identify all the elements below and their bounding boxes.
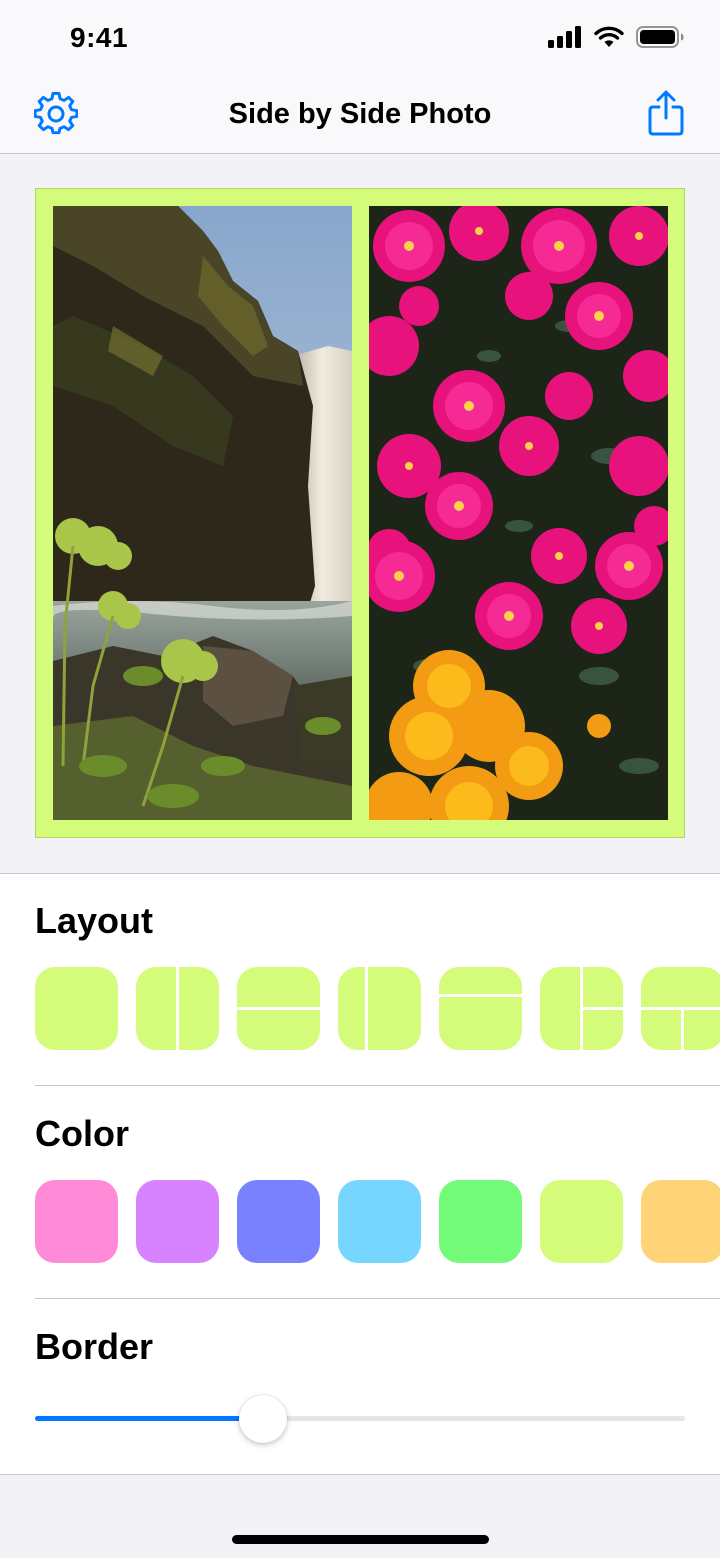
section-divider [35, 1298, 720, 1299]
layout-column-and-split[interactable] [540, 967, 623, 1050]
border-slider-thumb[interactable] [238, 1395, 287, 1443]
color-swatch-2[interactable] [136, 1180, 219, 1263]
layout-single[interactable] [35, 967, 118, 1050]
pink-flowers-image [369, 206, 668, 820]
controls-panel: Layout Color Border [0, 873, 720, 1475]
layout-divider [583, 1007, 623, 1010]
section-divider [35, 1085, 720, 1086]
layout-divider [681, 1010, 684, 1050]
layout-divider [439, 994, 522, 997]
border-slider-fill [35, 1416, 263, 1421]
color-swatch-5[interactable] [439, 1180, 522, 1263]
layout-divider [365, 967, 368, 1050]
page-title: Side by Side Photo [228, 98, 492, 130]
photo-left-waterfall[interactable] [53, 206, 352, 820]
color-swatch-6[interactable] [540, 1180, 623, 1263]
layout-divider [176, 967, 179, 1050]
color-swatch-7[interactable] [641, 1180, 720, 1263]
layout-narrow-wide-columns[interactable] [338, 967, 421, 1050]
collage-preview [35, 188, 685, 838]
share-button[interactable] [648, 90, 684, 136]
layout-section-title: Layout [35, 900, 154, 941]
border-slider[interactable] [35, 1395, 685, 1443]
color-swatch-3[interactable] [237, 1180, 320, 1263]
layout-options [35, 967, 720, 1050]
color-swatch-1[interactable] [35, 1180, 118, 1263]
status-icons [548, 26, 684, 48]
color-section-title: Color [35, 1113, 129, 1154]
status-time: 9:41 [70, 22, 129, 53]
layout-two-columns[interactable] [136, 967, 219, 1050]
navigation-bar: Side by Side Photo [0, 78, 720, 154]
preview-area [0, 155, 720, 873]
border-section-title: Border [35, 1326, 154, 1367]
status-bar: 9:41 [0, 0, 720, 78]
layout-short-tall-rows[interactable] [439, 967, 522, 1050]
home-indicator [232, 1535, 489, 1544]
color-swatch-4[interactable] [338, 1180, 421, 1263]
battery-icon [636, 26, 684, 48]
cellular-signal-icon [548, 26, 581, 48]
wifi-icon [594, 26, 624, 47]
layout-two-rows[interactable] [237, 967, 320, 1050]
layout-row-and-split[interactable] [641, 967, 720, 1050]
layout-divider [237, 1007, 320, 1010]
waterfall-landscape-image [53, 206, 352, 820]
share-icon [648, 90, 684, 136]
color-options [35, 1180, 720, 1263]
photo-right-flowers[interactable] [369, 206, 668, 820]
